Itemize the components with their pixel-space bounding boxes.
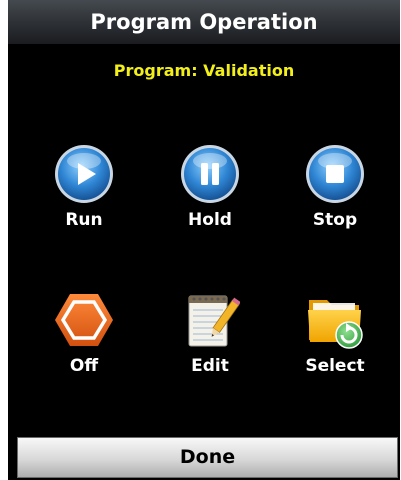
notepad-pencil-icon: [180, 290, 241, 350]
off-label: Off: [69, 356, 99, 376]
off-button[interactable]: Off: [29, 290, 139, 400]
stop-label: Stop: [312, 210, 358, 230]
hexagon-off-icon: [54, 290, 114, 350]
done-button[interactable]: Done: [17, 437, 398, 478]
stop-button[interactable]: Stop: [280, 144, 390, 254]
window-title: Program Operation: [8, 0, 400, 44]
hold-label: Hold: [188, 210, 232, 230]
folder-refresh-icon: [305, 290, 365, 350]
edit-label: Edit: [191, 356, 229, 376]
run-button[interactable]: Run: [29, 144, 139, 254]
stop-icon: [305, 144, 365, 204]
select-button[interactable]: Select: [280, 290, 390, 400]
select-label: Select: [305, 356, 365, 376]
play-icon: [54, 144, 114, 204]
program-operation-window: Program Operation Program: Validation Ru…: [8, 0, 400, 480]
edit-button[interactable]: Edit: [155, 290, 265, 400]
hold-button[interactable]: Hold: [155, 144, 265, 254]
run-label: Run: [65, 210, 103, 230]
program-name-label: Program: Validation: [113, 61, 295, 80]
pause-icon: [180, 144, 240, 204]
